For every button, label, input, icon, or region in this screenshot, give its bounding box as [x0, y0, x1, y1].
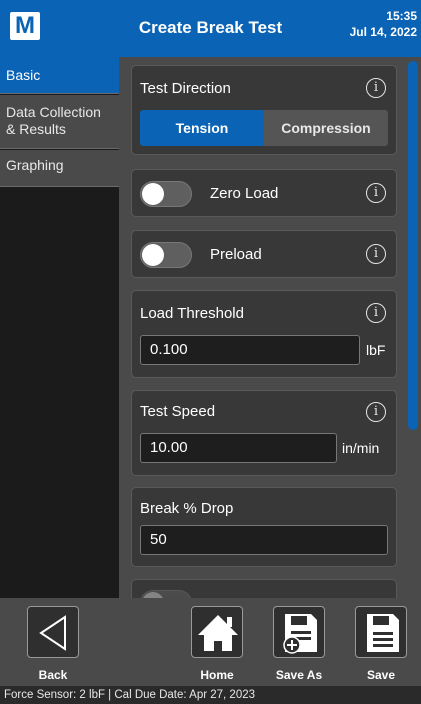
save-as-button[interactable]: [273, 606, 325, 658]
settings-panel: Test Direction i Tension Compression Zer…: [119, 57, 421, 598]
sidebar: Basic Data Collection & Results Graphing: [0, 57, 119, 598]
load-threshold-unit: lbF: [366, 342, 386, 358]
break-drop-card: Break % Drop 50: [131, 487, 397, 567]
scrollbar[interactable]: [408, 61, 418, 430]
load-threshold-label: Load Threshold: [140, 305, 244, 322]
sidebar-item-graphing[interactable]: Graphing: [0, 150, 119, 187]
sidebar-item-basic[interactable]: Basic: [0, 57, 119, 94]
clock-date: Jul 14, 2022: [349, 25, 417, 39]
info-icon[interactable]: i: [366, 78, 386, 98]
header-bar: M Create Break Test 15:35 Jul 14, 2022: [0, 0, 421, 57]
info-icon[interactable]: i: [366, 183, 386, 203]
load-threshold-input[interactable]: 0.100: [140, 335, 360, 365]
save-as-icon: [283, 614, 317, 654]
save-button[interactable]: [355, 606, 407, 658]
zero-load-card: Zero Load i: [131, 169, 397, 217]
home-button[interactable]: [191, 606, 243, 658]
preload-label: Preload: [210, 246, 262, 263]
back-arrow-icon: [39, 615, 66, 651]
break-drop-label: Break % Drop: [140, 500, 234, 517]
load-threshold-card: Load Threshold i 0.100 lbF: [131, 290, 397, 378]
preload-card: Preload i: [131, 230, 397, 278]
test-speed-unit: in/min: [342, 440, 380, 456]
test-direction-toggle: Tension Compression: [140, 110, 388, 146]
back-label: Back: [38, 668, 68, 682]
info-icon[interactable]: i: [366, 244, 386, 264]
home-label: Home: [200, 668, 234, 682]
test-speed-card: Test Speed i 10.00 in/min: [131, 390, 397, 476]
save-as-label: Save As: [275, 668, 323, 682]
info-icon[interactable]: i: [366, 402, 386, 422]
back-button[interactable]: [27, 606, 79, 658]
home-icon: [198, 615, 238, 651]
save-label: Save: [366, 668, 396, 682]
zero-load-switch[interactable]: [140, 181, 192, 207]
test-speed-input[interactable]: 10.00: [140, 433, 337, 463]
compression-option[interactable]: Compression: [264, 110, 388, 146]
sidebar-item-data-collection[interactable]: Data Collection & Results: [0, 95, 119, 149]
switch-knob: [142, 183, 164, 205]
next-setting-card: [131, 579, 397, 598]
bottom-toolbar: Back Home Save As Save: [0, 598, 421, 686]
zero-load-label: Zero Load: [210, 185, 279, 202]
clock: 15:35 Jul 14, 2022: [350, 8, 417, 40]
test-direction-label: Test Direction: [140, 80, 231, 97]
tension-option[interactable]: Tension: [140, 110, 264, 146]
switch-knob: [142, 244, 164, 266]
test-direction-card: Test Direction i Tension Compression: [131, 65, 397, 155]
test-speed-label: Test Speed: [140, 403, 216, 420]
clock-time: 15:35: [386, 9, 417, 23]
preload-switch[interactable]: [140, 242, 192, 268]
next-setting-switch[interactable]: [140, 590, 192, 598]
status-bar: Force Sensor: 2 lbF | Cal Due Date: Apr …: [0, 686, 421, 704]
break-drop-input[interactable]: 50: [140, 525, 388, 555]
info-icon[interactable]: i: [366, 303, 386, 323]
save-icon: [367, 614, 399, 652]
